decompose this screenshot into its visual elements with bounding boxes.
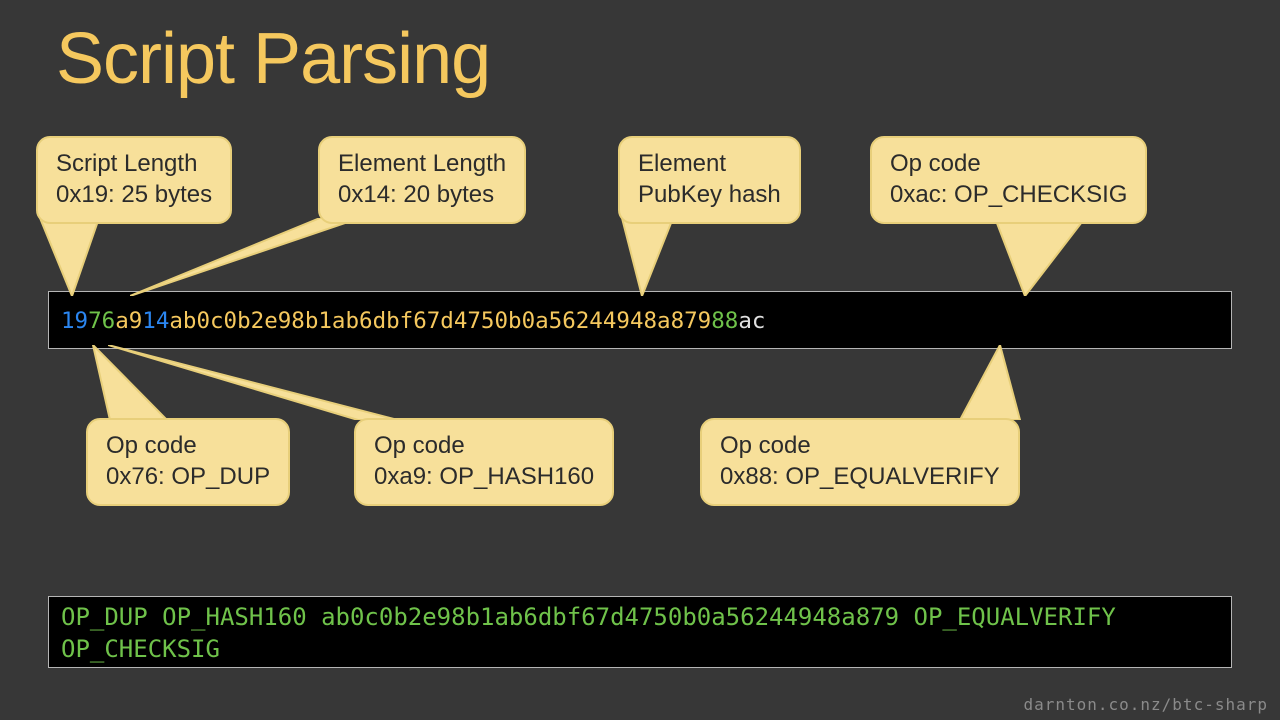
callout-pointer [36,218,126,296]
page-title: Script Parsing [56,18,490,100]
callout-op-hash160: Op code 0xa9: OP_HASH160 [354,418,614,506]
callout-line2: 0xa9: OP_HASH160 [374,461,594,492]
parsed-script-display: OP_DUP OP_HASH160 ab0c0b2e98b1ab6dbf67d4… [48,596,1232,668]
callout-element-length: Element Length 0x14: 20 bytes [318,136,526,224]
callout-line1: Op code [374,430,594,461]
callout-line2: 0x88: OP_EQUALVERIFY [720,461,1000,492]
hex-seg-op-equalverify: 88 [711,308,738,334]
callout-pointer [130,218,360,296]
hex-bytes-display: 1976a914ab0c0b2e98b1ab6dbf67d4750b0a5624… [48,291,1232,349]
callout-op-equalverify: Op code 0x88: OP_EQUALVERIFY [700,418,1020,506]
callout-op-checksig: Op code 0xac: OP_CHECKSIG [870,136,1147,224]
callout-element: Element PubKey hash [618,136,801,224]
footer-url: darnton.co.nz/btc-sharp [1023,695,1268,714]
callout-pointer [108,345,398,420]
callout-op-dup: Op code 0x76: OP_DUP [86,418,290,506]
callout-script-length: Script Length 0x19: 25 bytes [36,136,232,224]
hex-seg-op-hash160: a9 [115,308,142,334]
hex-seg-element-length: 14 [142,308,169,334]
callout-line2: 0x19: 25 bytes [56,179,212,210]
hex-seg-pubkey-hash: ab0c0b2e98b1ab6dbf67d4750b0a56244948a879 [169,308,711,334]
callout-line1: Element Length [338,148,506,179]
callout-pointer [875,218,1115,296]
callout-pointer [618,218,688,296]
callout-line2: 0xac: OP_CHECKSIG [890,179,1127,210]
callout-line2: 0x14: 20 bytes [338,179,506,210]
callout-line2: 0x76: OP_DUP [106,461,270,492]
callout-line1: Script Length [56,148,212,179]
hex-seg-op-checksig: ac [738,308,765,334]
callout-line1: Op code [890,148,1127,179]
callout-line1: Op code [106,430,270,461]
callout-line1: Element [638,148,781,179]
callout-line1: Op code [720,430,1000,461]
hex-seg-script-length: 19 [61,308,88,334]
callout-pointer [960,345,1030,420]
callout-line2: PubKey hash [638,179,781,210]
hex-seg-op-dup: 76 [88,308,115,334]
